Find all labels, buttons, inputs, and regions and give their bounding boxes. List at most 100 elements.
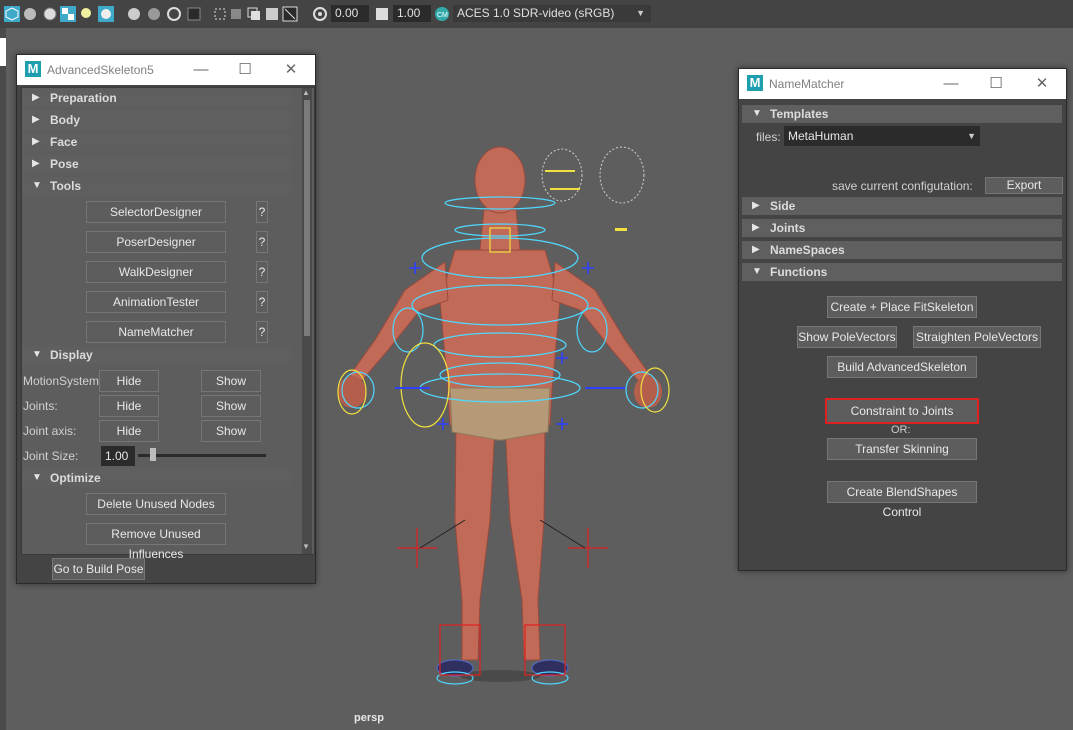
viewport-toolbar: 0.00 1.00 CM ACES 1.0 SDR-video (sRGB) ▼ [0, 0, 1073, 29]
joints-label: Joints: [23, 399, 58, 413]
lights-icon[interactable] [78, 6, 94, 22]
advancedskeleton-titlebar[interactable]: M AdvancedSkeleton5 — ☐ ✕ [17, 55, 315, 85]
section-label: Functions [770, 265, 828, 279]
section-optimize[interactable]: ▼ Optimize [22, 469, 291, 487]
scroll-up-icon[interactable]: ▲ [302, 88, 310, 97]
section-joints[interactable]: ▶ Joints [742, 219, 1062, 237]
joint-size-field[interactable]: 1.00 [101, 446, 135, 466]
transfer-skinning-button[interactable]: Transfer Skinning [827, 438, 977, 460]
section-label: Tools [50, 179, 82, 193]
caret-right-icon: ▶ [752, 222, 760, 233]
color-space-select[interactable]: ACES 1.0 SDR-video (sRGB) ▼ [453, 5, 651, 22]
files-dropdown[interactable]: MetaHuman ▼ [784, 126, 980, 146]
partial-panel-edge [0, 38, 6, 66]
joint-size-slider-track[interactable] [138, 454, 266, 457]
exposure-field[interactable]: 0.00 [331, 5, 369, 22]
go-to-build-pose-button[interactable]: Go to Build Pose [52, 558, 145, 580]
create-place-fitskeleton-button[interactable]: Create + Place FitSkeleton [827, 296, 977, 318]
joints-show-button[interactable]: Show [201, 395, 261, 417]
poser-designer-button[interactable]: PoserDesigner [86, 231, 226, 253]
motion-blur-icon[interactable] [146, 6, 162, 22]
section-pose[interactable]: ▶ Pose [22, 155, 291, 173]
minimize-icon[interactable]: — [189, 59, 213, 81]
checker-icon[interactable] [60, 6, 76, 22]
help-button[interactable]: ? [256, 291, 268, 313]
animation-tester-button[interactable]: AnimationTester [86, 291, 226, 313]
section-display[interactable]: ▼ Display [22, 346, 291, 364]
anti-aliasing-icon[interactable] [166, 6, 182, 22]
walk-designer-button[interactable]: WalkDesigner [86, 261, 226, 283]
section-templates[interactable]: ▼ Templates [742, 105, 1062, 123]
textured-icon[interactable] [42, 6, 58, 22]
caret-right-icon: ▶ [32, 158, 40, 169]
screen-space-ao-icon[interactable] [126, 6, 142, 22]
help-button[interactable]: ? [256, 201, 268, 223]
section-body[interactable]: ▶ Body [22, 111, 291, 129]
maximize-icon[interactable]: ☐ [233, 59, 257, 81]
export-button[interactable]: Export [985, 177, 1063, 194]
caret-down-icon: ▼ [752, 108, 762, 119]
straighten-polevectors-button[interactable]: Straighten PoleVectors [913, 326, 1041, 348]
grid-icon[interactable] [282, 6, 298, 22]
gamma-field[interactable]: 1.00 [393, 5, 431, 22]
section-label: Optimize [50, 471, 101, 485]
advancedskeleton-scroll-area: ▶ Preparation ▶ Body ▶ Face ▶ Pose ▼ Tools Se… [21, 87, 315, 561]
close-icon[interactable]: ✕ [279, 59, 303, 81]
help-button[interactable]: ? [256, 261, 268, 283]
motion-system-label: MotionSystem: [23, 374, 103, 388]
section-preparation[interactable]: ▶ Preparation [22, 89, 291, 107]
motion-system-show-button[interactable]: Show [201, 370, 261, 392]
xray-components-icon[interactable] [264, 6, 280, 22]
isolate-select-icon[interactable] [212, 6, 228, 22]
section-face[interactable]: ▶ Face [22, 133, 291, 151]
joints-hide-button[interactable]: Hide [99, 395, 159, 417]
joint-axis-hide-button[interactable]: Hide [99, 420, 159, 442]
caret-down-icon: ▼ [32, 472, 42, 483]
joint-axis-show-button[interactable]: Show [201, 420, 261, 442]
chevron-down-icon: ▼ [636, 8, 645, 18]
xray-icon[interactable] [228, 6, 244, 22]
save-configuration-label: save current configutation: [832, 179, 973, 193]
xray-joints-icon[interactable] [246, 6, 262, 22]
depth-of-field-icon[interactable] [186, 6, 202, 22]
minimize-icon[interactable]: — [939, 73, 963, 95]
constraint-to-joints-button[interactable]: Constraint to Joints [825, 398, 979, 424]
section-functions[interactable]: ▼ Functions [742, 263, 1062, 281]
window-title: AdvancedSkeleton5 [47, 63, 154, 77]
color-management-icon[interactable]: CM [434, 6, 450, 22]
camera-label: persp [354, 712, 384, 724]
section-tools[interactable]: ▼ Tools [22, 177, 291, 195]
svg-text:CM: CM [437, 12, 448, 19]
remove-unused-influences-button[interactable]: Remove Unused Influences [86, 523, 226, 561]
gamma-icon[interactable] [374, 6, 390, 22]
name-matcher-button[interactable]: NameMatcher [86, 321, 226, 343]
show-polevectors-button[interactable]: Show PoleVectors [797, 326, 897, 348]
exposure-icon[interactable] [312, 6, 328, 22]
section-label: NameSpaces [770, 243, 845, 257]
cube-shaded-icon[interactable] [4, 6, 20, 22]
wireframe-shaded-icon[interactable] [22, 6, 38, 22]
build-advancedskeleton-button[interactable]: Build AdvancedSkeleton [827, 356, 977, 378]
joint-size-slider-handle[interactable] [150, 448, 156, 461]
namematcher-window: M NameMatcher — ☐ ✕ ▼ Templates files: Me… [738, 68, 1067, 571]
or-label: OR: [891, 424, 911, 436]
help-button[interactable]: ? [256, 231, 268, 253]
scrollbar-thumb[interactable] [304, 100, 310, 336]
create-blendshapes-control-button[interactable]: Create BlendShapes Control [827, 481, 977, 519]
selector-designer-button[interactable]: SelectorDesigner [86, 201, 226, 223]
close-icon[interactable]: ✕ [1030, 73, 1054, 95]
maya-logo-icon: M [747, 75, 763, 91]
help-button[interactable]: ? [256, 321, 268, 343]
namematcher-titlebar[interactable]: M NameMatcher — ☐ ✕ [739, 69, 1066, 99]
scroll-down-icon[interactable]: ▼ [302, 542, 310, 551]
shadows-icon[interactable] [98, 6, 114, 22]
delete-unused-nodes-button[interactable]: Delete Unused Nodes [86, 493, 226, 515]
section-side[interactable]: ▶ Side [742, 197, 1062, 215]
section-namespaces[interactable]: ▶ NameSpaces [742, 241, 1062, 259]
files-label: files: [756, 130, 781, 144]
section-label: Display [50, 348, 93, 362]
motion-system-hide-button[interactable]: Hide [99, 370, 159, 392]
maximize-icon[interactable]: ☐ [984, 73, 1008, 95]
section-label: Pose [50, 157, 79, 171]
section-label: Face [50, 135, 78, 149]
